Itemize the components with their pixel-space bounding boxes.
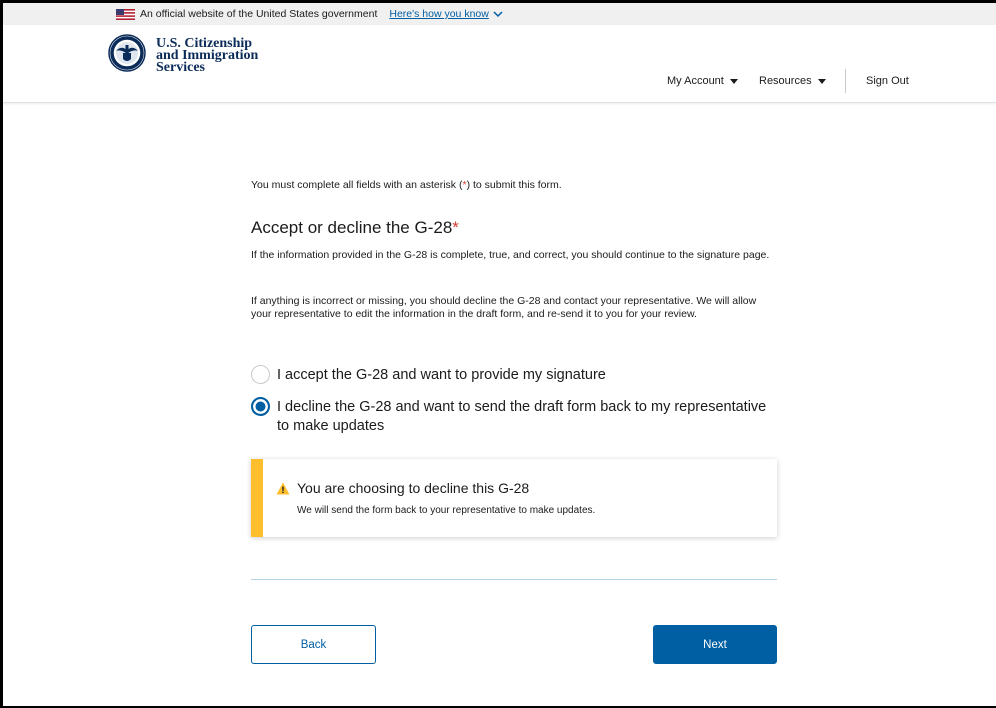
- site-header: U.S. Citizenship and Immigration Service…: [3, 25, 996, 103]
- gov-banner: An official website of the United States…: [3, 3, 996, 25]
- alert-heading: You are choosing to decline this G-28: [297, 480, 530, 496]
- section-title: Accept or decline the G-28*: [251, 218, 459, 238]
- required-note-prefix: You must complete all fields with an ast…: [251, 179, 463, 191]
- back-button-label: Back: [300, 638, 327, 651]
- caret-down-icon: [729, 78, 738, 84]
- nav-resources[interactable]: Resources: [759, 75, 826, 87]
- warning-icon: [276, 482, 290, 495]
- next-button-label: Next: [703, 638, 727, 651]
- next-button[interactable]: Next: [653, 625, 777, 664]
- section-title-text: Accept or decline the G-28: [251, 218, 453, 237]
- warning-alert: You are choosing to decline this G-28 We…: [251, 459, 777, 537]
- agency-name-line3: Services: [156, 60, 205, 75]
- nav-my-account[interactable]: My Account: [667, 75, 738, 87]
- chevron-down-icon: [493, 10, 503, 17]
- radio-button-checked[interactable]: [251, 397, 270, 416]
- gov-banner-text: An official website of the United States…: [140, 8, 378, 20]
- nav-resources-label: Resources: [759, 75, 812, 87]
- info-paragraph-complete: If the information provided in the G-28 …: [251, 249, 770, 261]
- radio-accept-g28[interactable]: I accept the G-28 and want to provide my…: [251, 365, 777, 385]
- nav-sign-out[interactable]: Sign Out: [866, 75, 909, 87]
- heres-how-you-know-link[interactable]: Here's how you know: [389, 8, 503, 20]
- dhs-seal-icon: [108, 34, 146, 72]
- browser-frame: An official website of the United States…: [0, 0, 996, 708]
- back-button[interactable]: Back: [251, 625, 376, 664]
- radio-accept-label: I accept the G-28 and want to provide my…: [277, 367, 606, 383]
- required-fields-note: You must complete all fields with an ast…: [251, 179, 562, 191]
- radio-decline-label: I decline the G-28 and want to send the …: [277, 399, 767, 434]
- heres-how-you-know-label: Here's how you know: [389, 8, 489, 20]
- nav-divider: [845, 69, 846, 93]
- alert-body: We will send the form back to your repre…: [297, 505, 596, 516]
- nav-my-account-label: My Account: [667, 75, 724, 87]
- agency-name: U.S. Citizenship and Immigration Service…: [156, 37, 258, 75]
- radio-button-unchecked[interactable]: [251, 365, 270, 384]
- info-paragraph-incorrect: If anything is incorrect or missing, you…: [251, 295, 757, 320]
- section-divider: [251, 579, 777, 580]
- required-asterisk: *: [452, 218, 459, 237]
- required-note-suffix: ) to submit this form.: [466, 179, 562, 191]
- us-flag-icon: [116, 8, 135, 20]
- nav-sign-out-label: Sign Out: [866, 75, 909, 87]
- caret-down-icon: [817, 78, 826, 84]
- radio-decline-g28[interactable]: I decline the G-28 and want to send the …: [251, 397, 777, 436]
- uscis-logo[interactable]: U.S. Citizenship and Immigration Service…: [108, 34, 258, 75]
